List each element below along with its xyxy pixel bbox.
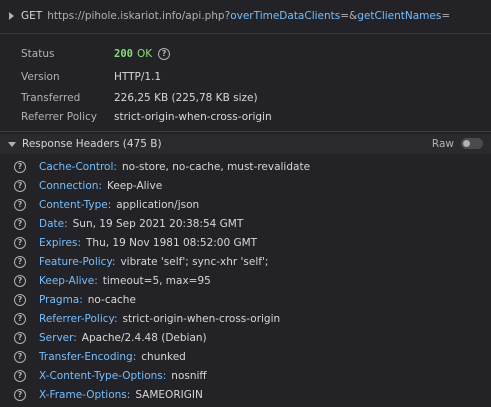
status-code: 200 bbox=[114, 48, 133, 60]
request-url-separator-1: =& bbox=[340, 10, 358, 22]
header-name: Referrer-Policy: bbox=[39, 312, 118, 325]
header-help-icon[interactable]: ? bbox=[14, 350, 26, 363]
request-line[interactable]: GET https://pihole.iskariot.info/api.php… bbox=[0, 6, 491, 26]
response-headers-section-header[interactable]: Response Headers (475 B) Raw bbox=[0, 134, 491, 154]
header-help-icon[interactable]: ? bbox=[14, 369, 26, 382]
summary-referrer-row: Referrer Policy strict-origin-when-cross… bbox=[21, 108, 272, 126]
header-value: Sun, 19 Sep 2021 20:38:54 GMT bbox=[72, 217, 244, 230]
header-help-icon[interactable]: ? bbox=[14, 255, 26, 268]
header-help-icon[interactable]: ? bbox=[14, 293, 26, 306]
status-label: Status bbox=[21, 48, 55, 60]
header-value: nosniff bbox=[171, 369, 207, 382]
header-value: chunked bbox=[141, 350, 186, 363]
header-value: Thu, 19 Nov 1981 08:52:00 GMT bbox=[86, 236, 258, 249]
collapse-icon[interactable] bbox=[8, 141, 16, 147]
header-name: X-Content-Type-Options: bbox=[39, 369, 167, 382]
header-value: timeout=5, max=95 bbox=[102, 274, 211, 287]
raw-toggle[interactable] bbox=[461, 138, 483, 149]
response-header-row[interactable]: ? X-Frame-Options: SAMEORIGIN bbox=[0, 385, 491, 404]
header-value: Keep-Alive bbox=[106, 179, 163, 192]
header-help-icon[interactable]: ? bbox=[14, 312, 26, 325]
status-text: OK bbox=[136, 48, 153, 60]
response-header-row[interactable]: ? Content-Type: application/json bbox=[0, 195, 491, 214]
divider-top bbox=[0, 33, 491, 34]
header-help-icon[interactable]: ? bbox=[14, 217, 26, 230]
request-url-separator-2: = bbox=[441, 10, 451, 22]
header-name: Server: bbox=[39, 331, 77, 344]
summary-version-row: Version HTTP/1.1 bbox=[21, 68, 161, 86]
response-headers-title: Response Headers (475 B) bbox=[22, 138, 162, 150]
header-value: no-cache bbox=[87, 293, 136, 306]
response-header-row[interactable]: ? Transfer-Encoding: chunked bbox=[0, 347, 491, 366]
header-name: Keep-Alive: bbox=[39, 274, 98, 287]
raw-toggle-knob bbox=[463, 140, 470, 147]
header-help-icon[interactable]: ? bbox=[14, 388, 26, 401]
request-url-param-1: overTimeDataClients bbox=[230, 10, 341, 22]
summary-transferred-row: Transferred 226,25 KB (225,78 KB size) bbox=[21, 89, 258, 107]
divider-middle bbox=[0, 131, 491, 132]
header-value: Apache/2.4.48 (Debian) bbox=[81, 331, 207, 344]
request-expand-icon[interactable] bbox=[9, 12, 14, 20]
response-header-row[interactable]: ? Referrer-Policy: strict-origin-when-cros… bbox=[0, 309, 491, 328]
request-url-param-2: getClientNames bbox=[357, 10, 442, 22]
header-name: X-Frame-Options: bbox=[39, 388, 131, 401]
version-value: HTTP/1.1 bbox=[114, 71, 162, 83]
header-value: no-store, no-cache, must-revalidate bbox=[121, 160, 311, 173]
header-value: application/json bbox=[116, 198, 200, 211]
version-label: Version bbox=[21, 71, 60, 83]
header-help-icon[interactable]: ? bbox=[14, 198, 26, 211]
header-name: Feature-Policy: bbox=[39, 255, 116, 268]
header-name: Expires: bbox=[39, 236, 81, 249]
header-value: SAMEORIGIN bbox=[135, 388, 203, 401]
response-header-row[interactable]: ? Expires: Thu, 19 Nov 1981 08:52:00 GMT bbox=[0, 233, 491, 252]
header-name: Connection: bbox=[39, 179, 102, 192]
header-value: vibrate 'self'; sync-xhr 'self'; bbox=[120, 255, 269, 268]
response-header-row[interactable]: ? Pragma: no-cache bbox=[0, 290, 491, 309]
response-header-row[interactable]: ? Server: Apache/2.4.48 (Debian) bbox=[0, 328, 491, 347]
response-header-row[interactable]: ? Date: Sun, 19 Sep 2021 20:38:54 GMT bbox=[0, 214, 491, 233]
header-value: strict-origin-when-cross-origin bbox=[122, 312, 281, 325]
header-name: Transfer-Encoding: bbox=[39, 350, 137, 363]
transferred-label: Transferred bbox=[21, 92, 81, 104]
response-header-row[interactable]: ? Keep-Alive: timeout=5, max=95 bbox=[0, 271, 491, 290]
header-name: Content-Type: bbox=[39, 198, 112, 211]
header-name: Cache-Control: bbox=[39, 160, 117, 173]
header-name: Pragma: bbox=[39, 293, 83, 306]
transferred-value: 226,25 KB (225,78 KB size) bbox=[114, 92, 258, 104]
header-help-icon[interactable]: ? bbox=[14, 236, 26, 249]
response-header-row[interactable]: ? X-Content-Type-Options: nosniff bbox=[0, 366, 491, 385]
response-header-row[interactable]: ? Connection: Keep-Alive bbox=[0, 176, 491, 195]
header-name: Date: bbox=[39, 217, 68, 230]
request-url-base: https://pihole.iskariot.info/api.php? bbox=[47, 10, 231, 22]
response-header-row[interactable]: ? Cache-Control: no-store, no-cache, must-… bbox=[0, 157, 491, 176]
referrer-policy-label: Referrer Policy bbox=[21, 111, 97, 123]
request-method: GET bbox=[21, 10, 43, 22]
header-help-icon[interactable]: ? bbox=[14, 274, 26, 287]
header-help-icon[interactable]: ? bbox=[14, 179, 26, 192]
summary-status-row: Status 200 OK ? bbox=[21, 45, 171, 63]
referrer-policy-value: strict-origin-when-cross-origin bbox=[114, 111, 272, 123]
response-header-row[interactable]: ? Feature-Policy: vibrate 'self'; sync-xhr… bbox=[0, 252, 491, 271]
status-help-icon[interactable]: ? bbox=[158, 48, 171, 60]
raw-label: Raw bbox=[431, 138, 454, 150]
header-help-icon[interactable]: ? bbox=[14, 331, 26, 344]
header-help-icon[interactable]: ? bbox=[14, 160, 26, 173]
